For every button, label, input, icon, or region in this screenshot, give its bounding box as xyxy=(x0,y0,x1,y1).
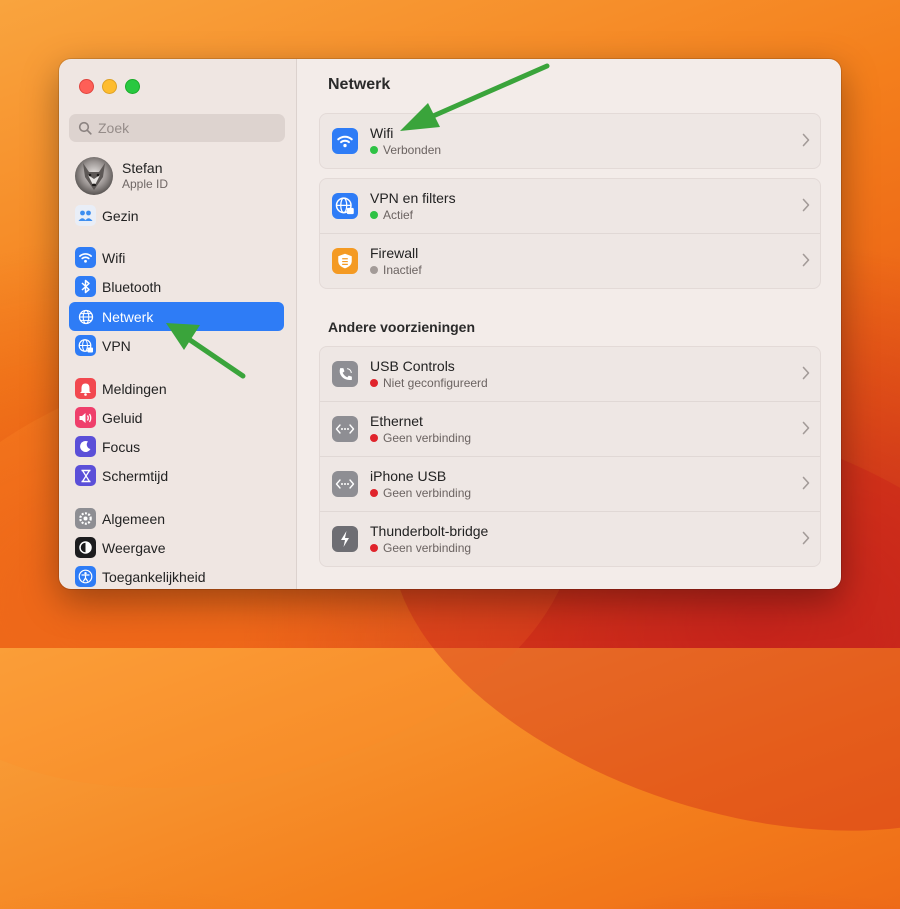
annotation-arrow-netwerk xyxy=(166,323,246,379)
annotation-arrow-wifi xyxy=(400,63,550,131)
annotation-arrows xyxy=(166,63,550,379)
